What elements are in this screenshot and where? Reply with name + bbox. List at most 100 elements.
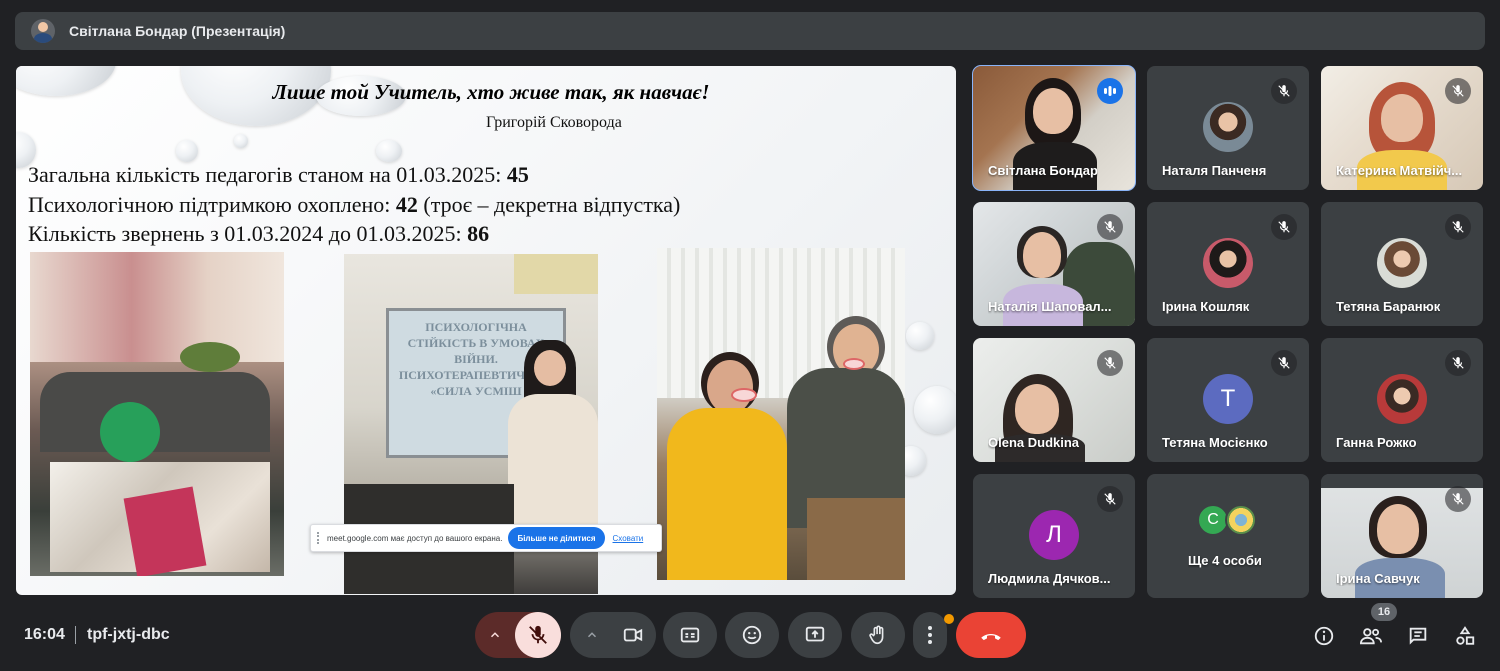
more-vert-icon (928, 626, 932, 644)
more-participants-avatars: С (1197, 504, 1257, 536)
people-button[interactable] (1359, 624, 1383, 648)
hang-up-icon (981, 634, 1001, 641)
clock: 16:04 (24, 626, 65, 643)
participant-name: Тетяна Баранюк (1336, 299, 1441, 314)
water-drop-decoration (906, 322, 934, 350)
participant-tile[interactable]: Ганна Рожко (1321, 338, 1483, 462)
notification-dot (944, 614, 954, 624)
mic-off-icon (1097, 214, 1123, 240)
stat-value: 86 (467, 221, 490, 246)
slide-author: Григорій Сковорода (486, 114, 622, 131)
stat-line-3: Кількість звернень з 01.03.2024 до 01.03… (28, 221, 489, 247)
microphone-control-group (475, 612, 561, 658)
meeting-details-button[interactable] (1312, 624, 1336, 648)
activities-button[interactable] (1453, 624, 1477, 648)
participant-tile[interactable]: T Тетяна Мосієнко (1147, 338, 1309, 462)
participant-tile[interactable]: Ірина Кошляк (1147, 202, 1309, 326)
more-options-button[interactable] (913, 612, 947, 658)
participant-avatar (1225, 504, 1257, 536)
stat-label: Загальна кількість педагогів станом на 0… (28, 162, 507, 187)
participant-tile[interactable]: Наталя Панченя (1147, 66, 1309, 190)
meeting-code[interactable]: tpf-jxtj-dbc (87, 626, 170, 644)
mic-toggle-button[interactable] (515, 612, 561, 658)
participant-name: Наталія Шаповал... (988, 299, 1112, 314)
mic-off-icon (1271, 350, 1297, 376)
share-banner-text: meet.google.com має доступ до вашого екр… (327, 533, 503, 543)
participant-avatar (1203, 102, 1253, 152)
video-options-chevron-icon[interactable] (574, 612, 610, 658)
participant-tile[interactable]: Ірина Савчук (1321, 474, 1483, 598)
participant-tile[interactable]: Л Людмила Дячков... (973, 474, 1135, 598)
mic-off-icon (1097, 350, 1123, 376)
participant-tile[interactable]: Тетяна Баранюк (1321, 202, 1483, 326)
audio-options-chevron-icon[interactable] (475, 612, 515, 658)
raise-hand-button[interactable] (851, 612, 905, 658)
participant-avatar (1377, 238, 1427, 288)
slide-title: Лише той Учитель, хто живе так, як навча… (272, 80, 710, 104)
participant-name: Людмила Дячков... (988, 571, 1111, 586)
camera-icon (623, 628, 643, 642)
mic-off-icon (1445, 486, 1471, 512)
divider (75, 626, 76, 644)
participant-letter-avatar: T (1203, 374, 1253, 424)
participant-tile[interactable]: Світлана Бондар (972, 65, 1136, 191)
stat-line-2: Психологічною підтримкою охоплено: 42 (т… (28, 192, 680, 218)
presenter-avatar (31, 19, 55, 43)
activities-icon (1456, 626, 1475, 645)
camera-toggle-button[interactable] (610, 612, 656, 658)
mic-off-icon (1445, 350, 1471, 376)
mic-off-icon (1445, 78, 1471, 104)
mic-off-icon (1271, 78, 1297, 104)
more-participants-tile[interactable]: С Ще 4 особи (1147, 474, 1309, 598)
mic-off-icon (529, 625, 547, 644)
slide-photo-smiles (657, 248, 905, 580)
participant-name: Наталя Панченя (1162, 163, 1267, 178)
mic-off-icon (1445, 214, 1471, 240)
slide-photo-group-session (30, 252, 284, 576)
captions-button[interactable] (663, 612, 717, 658)
hand-icon (869, 625, 884, 645)
water-drop-decoration (234, 134, 248, 148)
hide-banner-link[interactable]: Сховати (613, 534, 644, 543)
presenter-name: Світлана Бондар (Презентація) (69, 23, 286, 39)
participant-name: Ірина Кошляк (1162, 299, 1250, 314)
participant-letter-avatar: Л (1029, 510, 1079, 560)
speaking-indicator-icon (1097, 78, 1123, 104)
present-screen-button[interactable] (788, 612, 842, 658)
presenter-bar: Світлана Бондар (Презентація) (15, 12, 1485, 50)
drag-handle-icon[interactable] (317, 532, 321, 544)
present-screen-icon (805, 626, 825, 642)
captions-icon (680, 627, 700, 643)
stat-note: (троє – декретна відпустка) (417, 192, 681, 217)
mic-off-icon (1097, 486, 1123, 512)
stat-label: Кількість звернень з 01.03.2024 до 01.03… (28, 221, 468, 246)
chat-icon (1409, 627, 1427, 645)
participant-name: Ірина Савчук (1336, 571, 1420, 586)
water-drop-decoration (914, 386, 956, 434)
more-participants-label: Ще 4 особи (1188, 553, 1262, 568)
participant-tile[interactable]: Olena Dudkina (973, 338, 1135, 462)
stat-line-1: Загальна кількість педагогів станом на 0… (28, 162, 529, 188)
participant-tile[interactable]: Наталія Шаповал... (973, 202, 1135, 326)
people-icon (1359, 628, 1382, 645)
stat-label: Психологічною підтримкою охоплено: (28, 192, 396, 217)
participant-tile[interactable]: Катерина Матвійч... (1321, 66, 1483, 190)
stat-value: 42 (395, 192, 418, 217)
info-icon (1314, 626, 1334, 646)
camera-control-group (570, 612, 656, 658)
stop-sharing-button[interactable]: Більше не ділитися (508, 527, 605, 549)
screen-share-banner: meet.google.com має доступ до вашого екр… (310, 524, 662, 552)
leave-call-button[interactable] (956, 612, 1026, 658)
participant-name: Olena Dudkina (988, 435, 1080, 450)
reactions-button[interactable] (725, 612, 779, 658)
participant-avatar (1203, 238, 1253, 288)
participant-count-badge: 16 (1371, 603, 1397, 621)
participant-name: Ганна Рожко (1336, 435, 1417, 450)
chat-button[interactable] (1406, 624, 1430, 648)
emoji-icon (742, 625, 762, 645)
participant-name: Катерина Матвійч... (1336, 163, 1463, 178)
meet-window: Світлана Бондар (Презентація) Лише той У… (0, 0, 1500, 671)
mic-off-icon (1271, 214, 1297, 240)
water-drop-decoration (376, 140, 402, 162)
participant-name: Світлана Бондар (988, 163, 1098, 178)
